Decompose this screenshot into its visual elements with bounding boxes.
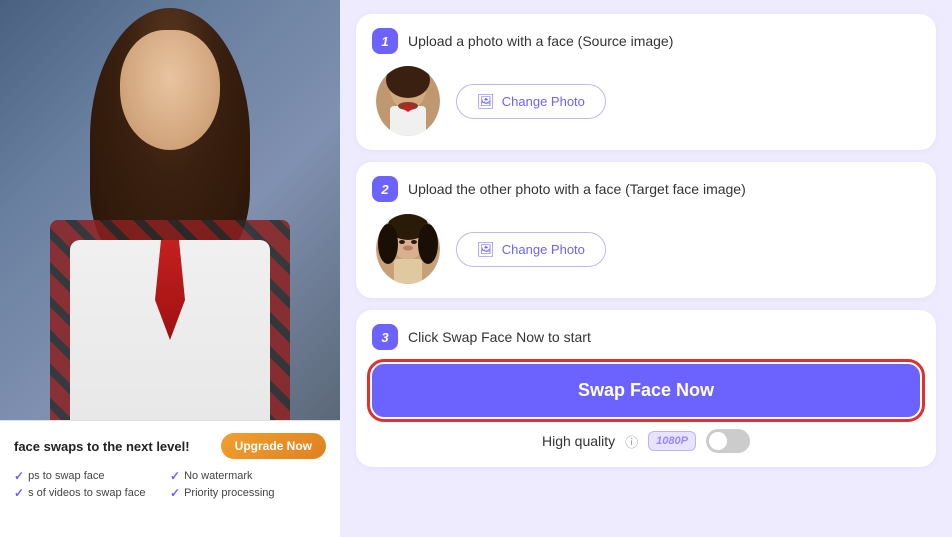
change-photo-source-button[interactable]: 🖼 Change Photo [456, 84, 606, 119]
step1-title: Upload a photo with a face (Source image… [408, 33, 673, 49]
swap-face-now-button[interactable]: Swap Face Now [372, 364, 920, 417]
girl-face-decoration [120, 30, 220, 150]
upgrade-now-button[interactable]: Upgrade Now [221, 433, 326, 459]
main-photo [0, 0, 340, 420]
feature-label: No watermark [184, 470, 252, 482]
source-photo-thumb [376, 66, 440, 136]
step3-badge: 3 [372, 324, 398, 350]
step3-card: 3 Click Swap Face Now to start Swap Face… [356, 310, 936, 467]
upgrade-banner: face swaps to the next level! Upgrade No… [0, 420, 340, 537]
feature-item: ✓ No watermark [170, 469, 326, 483]
step2-header: 2 Upload the other photo with a face (Ta… [372, 176, 920, 202]
target-thumb-svg [376, 214, 440, 284]
feature-item: ✓ ps to swap face [14, 469, 170, 483]
checkmark-icon: ✓ [170, 469, 180, 483]
quality-row: High quality ⓘ 1080P [372, 429, 920, 453]
upgrade-header: face swaps to the next level! Upgrade No… [14, 433, 326, 459]
step1-badge: 1 [372, 28, 398, 54]
right-panel: 1 Upload a photo with a face (Source ima… [340, 0, 952, 537]
left-panel: face swaps to the next level! Upgrade No… [0, 0, 340, 537]
upgrade-title: face swaps to the next level! [14, 439, 190, 454]
upgrade-features: ✓ ps to swap face ✓ No watermark ✓ s of … [14, 469, 326, 500]
feature-label: ps to swap face [28, 470, 104, 482]
step1-header: 1 Upload a photo with a face (Source ima… [372, 28, 920, 54]
step2-body: 🖼 Change Photo [372, 214, 920, 284]
step1-card: 1 Upload a photo with a face (Source ima… [356, 14, 936, 150]
info-icon[interactable]: ⓘ [625, 432, 638, 451]
feature-item: ✓ s of videos to swap face [14, 486, 170, 500]
checkmark-icon: ✓ [14, 469, 24, 483]
image-icon: 🖼 [477, 241, 495, 258]
image-icon: 🖼 [477, 93, 495, 110]
target-photo-thumb [376, 214, 440, 284]
source-thumb-svg [376, 66, 440, 136]
feature-label: s of videos to swap face [28, 487, 145, 499]
toggle-slider [706, 429, 750, 453]
quality-toggle[interactable] [706, 429, 750, 453]
step2-badge: 2 [372, 176, 398, 202]
checkmark-icon: ✓ [170, 486, 180, 500]
feature-item: ✓ Priority processing [170, 486, 326, 500]
resolution-badge: 1080P [648, 431, 696, 451]
step2-card: 2 Upload the other photo with a face (Ta… [356, 162, 936, 298]
step3-header: 3 Click Swap Face Now to start [372, 324, 920, 350]
change-photo-target-button[interactable]: 🖼 Change Photo [456, 232, 606, 267]
feature-label: Priority processing [184, 487, 274, 499]
step2-title: Upload the other photo with a face (Targ… [408, 181, 746, 197]
step1-body: 🖼 Change Photo [372, 66, 920, 136]
checkmark-icon: ✓ [14, 486, 24, 500]
quality-label: High quality [542, 433, 615, 449]
step3-title: Click Swap Face Now to start [408, 329, 591, 345]
